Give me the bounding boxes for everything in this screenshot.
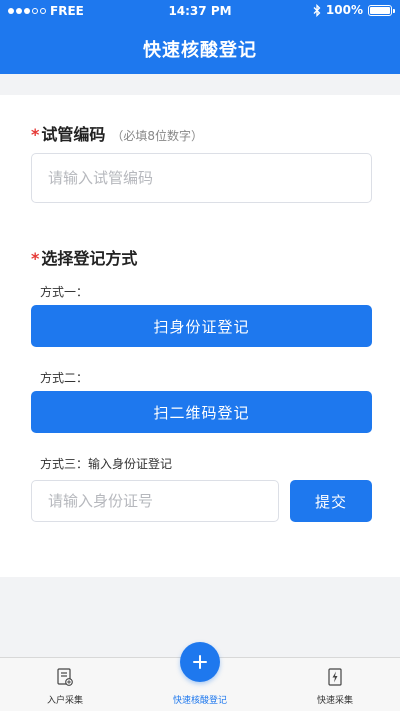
id-number-input[interactable] (31, 480, 279, 522)
method1-label: 方式一： (40, 285, 89, 299)
tube-code-label: * 试管编码 （必填8位数字） (31, 121, 203, 145)
method-label: * 选择登记方式 (31, 245, 137, 269)
status-right: 100% (313, 3, 395, 17)
document-add-icon (57, 668, 73, 686)
bluetooth-icon (313, 3, 321, 17)
lightning-icon (328, 668, 342, 686)
add-registration-button[interactable] (180, 642, 220, 682)
method-label-text: 选择登记方式 (41, 249, 138, 268)
scan-qr-code-button[interactable]: 扫二维码登记 (31, 391, 372, 433)
method2-label: 方式二： (40, 371, 89, 385)
scan-id-card-button[interactable]: 扫身份证登记 (31, 305, 372, 347)
tab-label: 入户采集 (46, 696, 83, 706)
registration-form: *试管编码（必填8位数字） *选择登记方式 方式一： 扫身份证登记 方式二： 扫… (0, 95, 400, 577)
tube-code-label-text: 试管编码 (41, 125, 106, 144)
battery-icon (368, 4, 395, 16)
tube-code-input[interactable] (31, 153, 372, 203)
method3-label: 方式三：输入身份证登记 (40, 457, 173, 471)
plus-icon (193, 655, 207, 669)
status-bar: FREE 14:37 PM 100% (0, 0, 400, 22)
required-mark: * (31, 125, 40, 144)
tube-code-hint: （必填8位数字） (111, 129, 204, 143)
submit-button[interactable]: 提交 (290, 480, 372, 522)
required-mark: * (31, 249, 40, 268)
tab-household-collection[interactable]: 入户采集 (0, 658, 130, 711)
page-title: 快速核酸登记 (143, 40, 257, 61)
tab-label: 快速核酸登记 (172, 696, 227, 706)
battery-percent: 100% (325, 3, 363, 17)
tab-label: 快速采集 (316, 696, 353, 706)
tab-quick-collection[interactable]: 快速采集 (270, 658, 400, 711)
app-header: FREE 14:37 PM 100% 快速核酸登记 (0, 0, 400, 74)
